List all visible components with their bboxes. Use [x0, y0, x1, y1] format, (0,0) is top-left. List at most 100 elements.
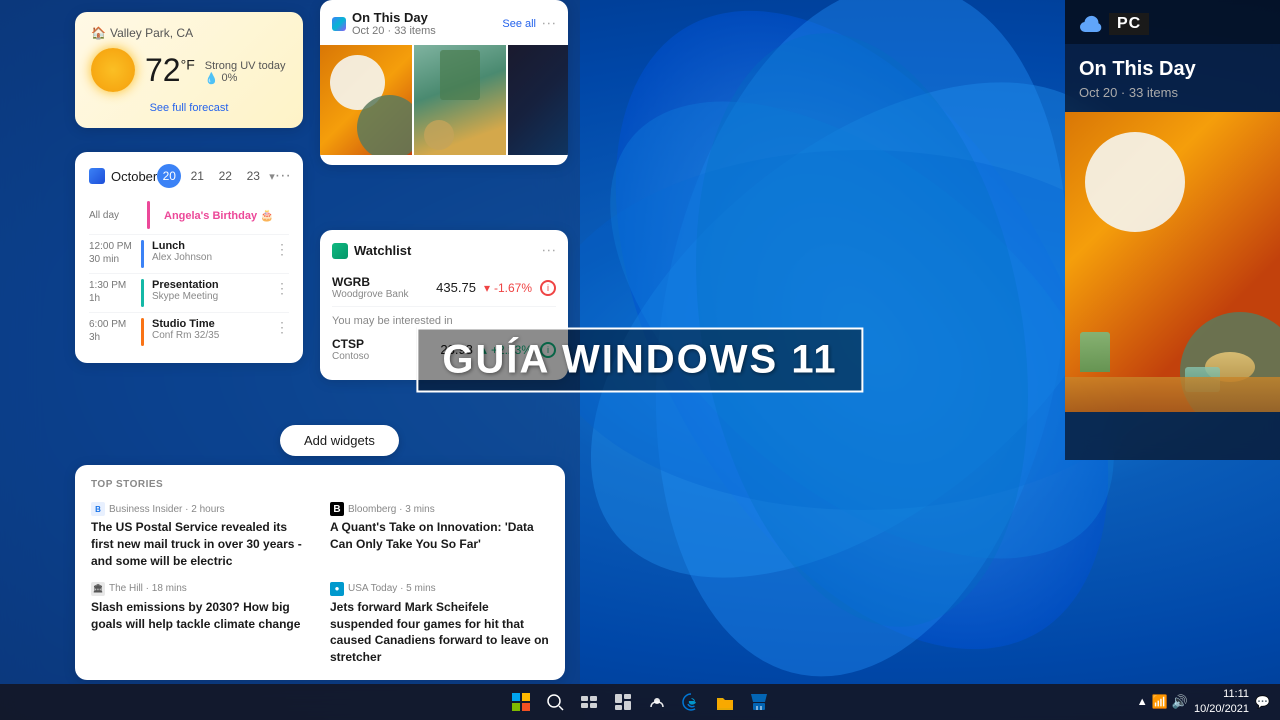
- photos-header: On This Day Oct 20 · 33 items See all ⋮: [320, 0, 568, 45]
- widgets-icon: [614, 693, 632, 711]
- main-title-overlay: GUÍA WINDOWS 11: [416, 328, 863, 393]
- calendar-days-nav: 20 21 22 23 ▾: [157, 164, 275, 188]
- weather-temperature: 72°F: [145, 54, 195, 86]
- calendar-widget: October 20 21 22 23 ▾ ··· All day Angela…: [75, 152, 303, 363]
- on-this-day-image[interactable]: [1065, 112, 1280, 412]
- calendar-header: October 20 21 22 23 ▾ ···: [89, 164, 289, 188]
- still-life-table: [1065, 377, 1280, 412]
- store-button[interactable]: [745, 688, 773, 716]
- see-forecast-link[interactable]: See full forecast: [91, 102, 287, 114]
- stocks-header: Watchlist ⋮: [332, 242, 556, 259]
- on-this-day-title: On This Day: [1065, 44, 1280, 85]
- story-3[interactable]: 🏛 The Hill · 18 mins Slash emissions by …: [91, 582, 310, 666]
- story-1-source: B Business Insider · 2 hours: [91, 502, 310, 516]
- bloomberg-icon: B: [330, 502, 344, 516]
- right-panel: PC On This Day Oct 20 · 33 items: [1065, 0, 1280, 460]
- cal-day-22[interactable]: 22: [213, 164, 237, 188]
- chevron-up-icon[interactable]: ▲: [1137, 696, 1148, 708]
- story-1[interactable]: B Business Insider · 2 hours The US Post…: [91, 502, 310, 569]
- task-view-button[interactable]: [575, 688, 603, 716]
- start-button[interactable]: [507, 688, 535, 716]
- hill-icon: 🏛: [91, 582, 105, 596]
- wifi-icon[interactable]: 📶: [1152, 694, 1168, 710]
- photo-abstract-bg: [320, 45, 412, 155]
- taskbar-center: [507, 688, 773, 716]
- edge-button[interactable]: [677, 688, 705, 716]
- notification-icon[interactable]: 💬: [1255, 695, 1270, 709]
- stocks-more-button[interactable]: ⋮: [541, 244, 558, 258]
- event-bar-blue: [141, 240, 144, 268]
- taskbar: ▲ 📶 🔊 11:11 10/20/2021 💬: [0, 684, 1280, 720]
- weather-rain: 💧 0%: [205, 72, 286, 85]
- still-life-vase: [1080, 332, 1110, 372]
- task-view-icon: [580, 693, 598, 711]
- stock-down-icon: ▾: [484, 281, 490, 295]
- story-4-source: ● USA Today · 5 mins: [330, 582, 549, 596]
- may-be-interested: You may be interested in: [332, 315, 556, 327]
- photos-subtitle: Oct 20 · 33 items: [352, 25, 436, 37]
- story-2-source: B Bloomberg · 3 mins: [330, 502, 549, 516]
- otd-circle1: [1085, 132, 1185, 232]
- windows-logo-icon: [512, 693, 530, 711]
- photo-interior[interactable]: [414, 45, 506, 155]
- taskbar-time: 11:11: [1194, 687, 1249, 702]
- calendar-month: October: [111, 169, 157, 184]
- rain-drop-icon: 💧: [205, 72, 219, 85]
- event-more-icon3[interactable]: ⋮: [275, 319, 289, 336]
- cal-day-23[interactable]: 23: [241, 164, 265, 188]
- event-more-icon[interactable]: ⋮: [275, 241, 289, 258]
- search-button[interactable]: [541, 688, 569, 716]
- add-widgets-button[interactable]: Add widgets: [280, 425, 399, 456]
- right-panel-header: PC: [1065, 0, 1280, 44]
- calendar-title-row: October: [89, 168, 157, 184]
- calendar-more-button[interactable]: ···: [275, 167, 291, 185]
- edge-icon: [681, 692, 701, 712]
- chat-button[interactable]: [643, 688, 671, 716]
- stories-grid: B Business Insider · 2 hours The US Post…: [91, 502, 549, 666]
- photo-interior-bg: [414, 45, 506, 155]
- search-icon: [546, 693, 564, 711]
- stock-info-icon[interactable]: i: [540, 280, 556, 296]
- chat-icon: [648, 693, 666, 711]
- on-this-day-subtitle: Oct 20 · 33 items: [1065, 85, 1280, 112]
- cal-day-21[interactable]: 21: [185, 164, 209, 188]
- taskbar-sys-icons: ▲ 📶 🔊: [1137, 694, 1188, 710]
- main-title-box: GUÍA WINDOWS 11: [416, 328, 863, 393]
- photos-more-button[interactable]: ⋮: [541, 17, 558, 31]
- event-presentation: 1:30 PM1h Presentation Skype Meeting ⋮: [89, 274, 289, 313]
- story-4[interactable]: ● USA Today · 5 mins Jets forward Mark S…: [330, 582, 549, 666]
- taskbar-clock[interactable]: 11:11 10/20/2021: [1194, 687, 1249, 718]
- weather-description: Strong UV today: [205, 60, 286, 72]
- photos-icon: [332, 17, 346, 31]
- event-bar-teal: [141, 279, 144, 307]
- sound-icon[interactable]: 🔊: [1172, 694, 1188, 710]
- photo-dark[interactable]: [508, 45, 568, 155]
- file-explorer-icon: [715, 692, 735, 712]
- event-allday: All day Angela's Birthday 🎂: [89, 196, 289, 235]
- usatoday-icon: ●: [330, 582, 344, 596]
- event-bar-orange: [141, 318, 144, 346]
- photos-widget: On This Day Oct 20 · 33 items See all ⋮: [320, 0, 568, 165]
- stocks-title: Watchlist: [354, 243, 411, 258]
- weather-main: 72°F Strong UV today 💧 0%: [91, 48, 287, 92]
- file-explorer-button[interactable]: [711, 688, 739, 716]
- top-stories-header: TOP STORIES: [91, 479, 549, 490]
- weather-location: 🏠 Valley Park, CA: [91, 26, 287, 40]
- home-icon: 🏠: [91, 26, 106, 40]
- photos-see-all-link[interactable]: See all: [502, 18, 536, 30]
- weather-widget: 🏠 Valley Park, CA 72°F Strong UV today 💧…: [75, 12, 303, 128]
- photo-dark-bg: [508, 45, 568, 155]
- taskbar-date: 10/20/2021: [1194, 702, 1249, 717]
- abstract-circle2: [357, 95, 412, 155]
- photo-abstract[interactable]: [320, 45, 412, 155]
- stocks-icon: [332, 243, 348, 259]
- event-more-icon2[interactable]: ⋮: [275, 280, 289, 297]
- story-2[interactable]: B Bloomberg · 3 mins A Quant's Take on I…: [330, 502, 549, 569]
- cal-day-20[interactable]: 20: [157, 164, 181, 188]
- pc-logo: PC: [1109, 13, 1149, 35]
- event-bar-pink: [147, 201, 150, 229]
- top-stories-widget: TOP STORIES B Business Insider · 2 hours…: [75, 465, 565, 680]
- widgets-button[interactable]: [609, 688, 637, 716]
- stock-row-wgrb: WGRB Woodgrove Bank 435.75 ▾ -1.67% i: [332, 269, 556, 307]
- story-3-source: 🏛 The Hill · 18 mins: [91, 582, 310, 596]
